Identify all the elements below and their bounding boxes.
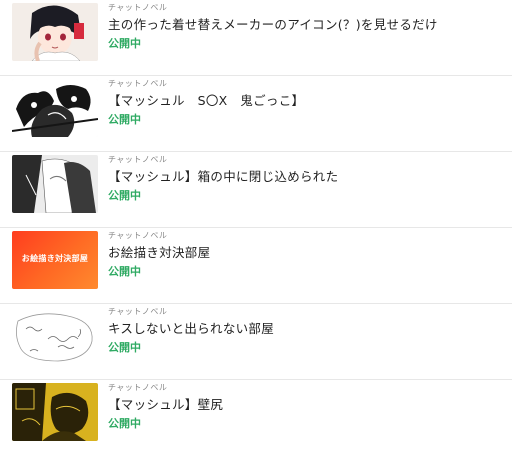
- gold-manga-art: [12, 383, 98, 441]
- content-type-label: チャットノベル: [108, 231, 168, 240]
- manga-art: [12, 79, 98, 137]
- content-type-label: チャットノベル: [108, 3, 168, 12]
- doodle-sketch-art: [12, 307, 98, 365]
- content-type-label: チャットノベル: [108, 79, 168, 88]
- thumbnail-image[interactable]: [12, 307, 98, 365]
- item-title[interactable]: 【マッシュル】箱の中に閉じ込められた: [108, 166, 338, 185]
- status-label: 公開中: [108, 417, 141, 430]
- list-item[interactable]: チャットノベル 【マッシュル S〇X 鬼ごっこ】 公開中: [0, 76, 512, 152]
- status-label: 公開中: [108, 189, 141, 202]
- status-label: 公開中: [108, 341, 141, 354]
- thumbnail-image[interactable]: お絵描き対決部屋: [12, 231, 98, 289]
- novel-list: チャットノベル 主の作った着せ替えメーカーのアイコン(？)を見せるだけ 公開中 …: [0, 0, 512, 447]
- list-item[interactable]: チャットノベル 【マッシュル】壁尻 公開中: [0, 380, 512, 456]
- anime-avatar-art: [12, 3, 98, 61]
- item-title[interactable]: キスしないと出られない部屋: [108, 318, 274, 337]
- list-item[interactable]: チャットノベル 主の作った着せ替えメーカーのアイコン(？)を見せるだけ 公開中: [0, 0, 512, 76]
- thumbnail-image[interactable]: [12, 383, 98, 441]
- content-type-label: チャットノベル: [108, 155, 168, 164]
- content-type-label: チャットノベル: [108, 307, 168, 316]
- list-item[interactable]: チャットノベル 【マッシュル】箱の中に閉じ込められた 公開中: [0, 152, 512, 228]
- item-title[interactable]: 【マッシュル】壁尻: [108, 394, 223, 413]
- thumbnail-title: お絵描き対決部屋: [21, 254, 89, 263]
- thumbnail-image[interactable]: [12, 3, 98, 61]
- status-label: 公開中: [108, 265, 141, 278]
- list-item[interactable]: チャットノベル キスしないと出られない部屋 公開中: [0, 304, 512, 380]
- content-type-label: チャットノベル: [108, 383, 168, 392]
- item-title[interactable]: 【マッシュル S〇X 鬼ごっこ】: [108, 90, 304, 109]
- thumbnail-image[interactable]: [12, 155, 98, 213]
- manga-art: [12, 155, 98, 213]
- thumbnail-image[interactable]: [12, 79, 98, 137]
- item-title[interactable]: 主の作った着せ替えメーカーのアイコン(？)を見せるだけ: [108, 14, 438, 33]
- item-title[interactable]: お絵描き対決部屋: [108, 242, 210, 261]
- list-item[interactable]: お絵描き対決部屋 チャットノベル お絵描き対決部屋 公開中: [0, 228, 512, 304]
- status-label: 公開中: [108, 113, 141, 126]
- status-label: 公開中: [108, 37, 141, 50]
